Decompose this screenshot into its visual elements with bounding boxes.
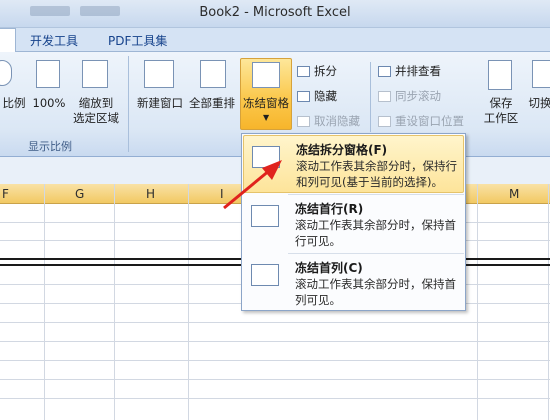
grid-line (44, 184, 45, 420)
new-window-icon (144, 60, 174, 88)
freeze-panes-label: 冻结窗格 (243, 96, 289, 110)
window-title: Book2 - Microsoft Excel (199, 5, 351, 20)
zoom-icon (0, 60, 12, 86)
menu-item-title: 冻结首列(C) (295, 261, 363, 275)
zoom-selection-icon (82, 60, 108, 88)
switch-windows-icon (532, 60, 550, 88)
grid-line (0, 379, 550, 380)
annotation-arrow (223, 160, 282, 210)
column-header-f[interactable]: F (2, 187, 9, 201)
menu-item-description: 滚动工作表其余部分时，保持首列可见。 (295, 277, 456, 307)
grid-line (0, 360, 550, 361)
unhide-label: 取消隐藏 (314, 114, 360, 128)
zoom-button[interactable]: 比例 (0, 96, 28, 111)
menu-item-freeze-first-column[interactable]: 冻结首列(C) 滚动工作表其余部分时，保持首列可见。 (243, 254, 464, 312)
grid-line (0, 322, 550, 323)
freeze-panes-icon (252, 62, 280, 88)
reset-window-position-label: 重设窗口位置 (395, 114, 464, 128)
new-window-button[interactable]: 新建窗口 (134, 96, 186, 111)
menu-item-title: 冻结拆分窗格(F) (296, 143, 388, 157)
zoom-100-button[interactable]: 100% (30, 96, 68, 111)
sync-scroll-icon (378, 91, 391, 102)
freeze-panes-button[interactable]: 冻结窗格 ▼ (240, 58, 292, 130)
grid-line (114, 184, 115, 420)
title-bar: Book2 - Microsoft Excel (0, 0, 550, 28)
grid-line (188, 184, 189, 420)
arrange-all-button[interactable]: 全部重排 (186, 96, 238, 111)
tab-view[interactable] (0, 28, 16, 52)
view-side-by-side-button[interactable]: 并排查看 (378, 62, 441, 80)
group-separator (128, 56, 129, 152)
column-header-h[interactable]: H (146, 187, 155, 201)
menu-item-description: 滚动工作表其余部分时，保持行和列可见(基于当前的选择)。 (296, 159, 457, 189)
menu-item-title: 冻结首行(R) (295, 202, 364, 216)
unhide-icon (297, 116, 310, 127)
new-window-label: 新建窗口 (137, 96, 183, 110)
grid-line (0, 341, 550, 342)
zoom-100-icon (36, 60, 60, 88)
hide-button[interactable]: 隐藏 (297, 87, 337, 105)
save-workspace-label: 保存 工作区 (483, 96, 519, 125)
side-by-side-icon (378, 66, 391, 77)
group-separator (370, 62, 371, 132)
arrange-all-label: 全部重排 (189, 96, 235, 110)
view-side-by-side-label: 并排查看 (395, 64, 441, 78)
split-button[interactable]: 拆分 (297, 62, 337, 80)
zoom-label: 比例 (2, 96, 26, 110)
grid-line (548, 184, 549, 420)
reset-position-icon (378, 116, 391, 127)
save-workspace-button[interactable]: 保存 工作区 (478, 96, 524, 126)
sync-scroll-label: 同步滚动 (395, 89, 441, 103)
column-header-g[interactable]: G (75, 187, 84, 201)
switch-windows-label: 切换 (528, 96, 550, 110)
grid-line (477, 184, 478, 420)
hide-icon (297, 91, 310, 102)
zoom-to-selection-button[interactable]: 缩放到 选定区域 (68, 96, 124, 126)
freeze-first-column-icon (251, 264, 279, 286)
switch-windows-button[interactable]: 切换 (524, 96, 550, 111)
tab-developer[interactable]: 开发工具 (30, 32, 78, 49)
menu-item-description: 滚动工作表其余部分时，保持首行可见。 (295, 218, 456, 248)
split-icon (297, 66, 310, 77)
hide-label: 隐藏 (314, 89, 337, 103)
column-header-m[interactable]: M (509, 187, 519, 201)
sync-scroll-button[interactable]: 同步滚动 (378, 87, 441, 105)
save-workspace-icon (488, 60, 512, 90)
zoom-group-label: 显示比例 (28, 140, 72, 153)
reset-window-position-button[interactable]: 重设窗口位置 (378, 112, 464, 130)
grid-line (0, 398, 550, 399)
arrange-all-icon (200, 60, 226, 88)
chevron-down-icon: ▼ (263, 113, 270, 122)
ribbon-tabs: 开发工具 PDF工具集 (0, 28, 550, 52)
zoom-100-label: 100% (32, 96, 66, 110)
zoom-to-selection-label: 缩放到 选定区域 (73, 96, 119, 125)
split-label: 拆分 (314, 64, 337, 78)
tab-pdf-tools[interactable]: PDF工具集 (108, 32, 167, 49)
unhide-button[interactable]: 取消隐藏 (297, 112, 360, 130)
